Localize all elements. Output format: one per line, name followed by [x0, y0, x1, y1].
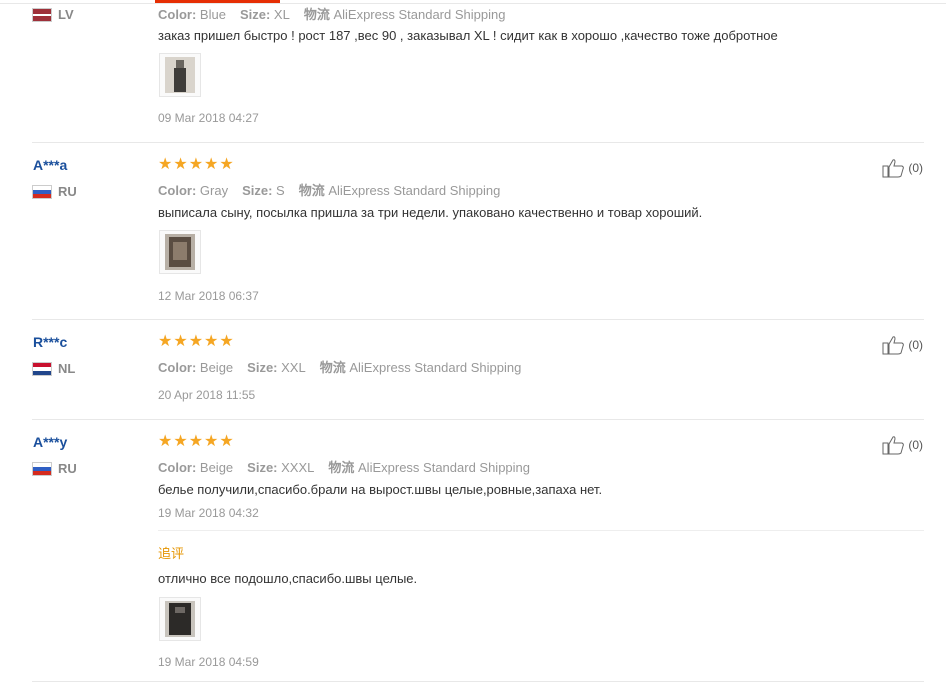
photo-image: [165, 234, 195, 270]
review-date: 09 Mar 2018 04:27: [158, 111, 259, 125]
star-icon: ★: [204, 333, 219, 350]
russia-flag-icon: [33, 462, 51, 475]
russia-flag-icon: [33, 185, 51, 198]
reviewer-name: A***y: [33, 434, 68, 450]
helpful-count: (0): [908, 338, 923, 352]
star-rating: ★ ★ ★ ★ ★: [158, 334, 234, 350]
country-code: RU: [58, 184, 77, 199]
color-value: Beige: [199, 360, 234, 375]
size-label: Size:: [247, 360, 278, 375]
additional-review-label: 追评: [158, 546, 185, 561]
reviewer-country: RU: [33, 184, 77, 199]
star-icon: ★: [219, 156, 234, 173]
helpful-count: (0): [908, 438, 923, 452]
review-divider: [32, 681, 924, 682]
star-icon: ★: [158, 433, 173, 450]
size-value: XL: [273, 7, 290, 22]
review-date: 20 Apr 2018 11:55: [158, 388, 256, 402]
review-text: выписала сыну, посылка пришла за три нед…: [158, 205, 703, 220]
star-icon: ★: [219, 333, 234, 350]
review-text: белье получили,спасибо.брали на вырост.ш…: [158, 482, 603, 497]
helpful-count: (0): [908, 161, 923, 175]
size-value: S: [276, 183, 285, 198]
review-divider: [32, 142, 924, 143]
size-value: XXL: [281, 360, 306, 375]
thumbs-up-icon: [882, 159, 905, 178]
reviewer-country: NL: [33, 361, 75, 376]
review-meta: Color: Beige Size: XXL 物流 AliExpress Stand…: [158, 357, 521, 376]
review-divider: [32, 319, 924, 320]
country-code: NL: [58, 361, 76, 376]
star-icon: ★: [204, 433, 219, 450]
star-icon: ★: [204, 156, 219, 173]
star-icon: ★: [173, 433, 188, 450]
review-photo-thumbnail[interactable]: [159, 230, 201, 274]
shipping-value: AliExpress Standard Shipping: [349, 360, 522, 375]
review-text: заказ пришел быстро ! рост 187 ,вес 90 ,…: [158, 28, 778, 43]
shipping-value: AliExpress Standard Shipping: [333, 7, 506, 22]
color-value: Blue: [199, 7, 226, 22]
color-value: Beige: [199, 460, 234, 475]
review-date: 12 Mar 2018 06:37: [158, 289, 259, 303]
star-icon: ★: [158, 333, 173, 350]
photo-image: [165, 601, 195, 637]
helpful-button[interactable]: (0): [882, 158, 923, 178]
star-rating: ★ ★ ★ ★ ★: [158, 434, 234, 450]
shipping-label: 物流: [298, 183, 325, 198]
country-code: RU: [58, 461, 77, 476]
size-value: XXXL: [281, 460, 315, 475]
size-label: Size:: [242, 183, 273, 198]
netherlands-flag-icon: [33, 362, 51, 375]
color-label: Color:: [158, 360, 197, 375]
star-icon: ★: [158, 156, 173, 173]
color-label: Color:: [158, 460, 197, 475]
shipping-value: AliExpress Standard Shipping: [328, 183, 501, 198]
photo-image: [165, 57, 195, 93]
size-label: Size:: [239, 7, 271, 22]
star-icon: ★: [173, 333, 188, 350]
helpful-button[interactable]: (0): [882, 335, 923, 355]
review-photo-thumbnail[interactable]: [159, 53, 201, 97]
reviewer-name: R***c: [33, 334, 68, 350]
star-icon: ★: [188, 156, 204, 173]
star-icon: ★: [219, 433, 234, 450]
review-meta: Color: Gray Size: S 物流 AliExpress Standard…: [158, 180, 500, 199]
review-photo-thumbnail[interactable]: [159, 597, 201, 641]
thumbs-up-icon: [882, 336, 905, 355]
thumbs-up-icon: [882, 436, 905, 455]
shipping-value: AliExpress Standard Shipping: [358, 460, 531, 475]
color-label: Color:: [158, 183, 197, 198]
star-rating: ★ ★ ★ ★ ★: [158, 157, 234, 173]
additional-review-divider: [158, 530, 924, 531]
additional-review-text: отлично все подошло,спасибо.швы целые.: [158, 571, 418, 586]
shipping-label: 物流: [303, 7, 330, 22]
additional-review-date: 19 Mar 2018 04:59: [158, 655, 259, 669]
review-divider: [32, 419, 924, 420]
latvia-flag-icon: [33, 8, 51, 21]
review-date: 19 Mar 2018 04:32: [158, 506, 259, 520]
shipping-label: 物流: [319, 360, 346, 375]
review-meta: Color: Beige Size: XXXL 物流 AliExpress Stan…: [158, 457, 530, 476]
country-code: LV: [58, 7, 74, 22]
color-label: Color:: [158, 7, 197, 22]
star-icon: ★: [188, 333, 204, 350]
helpful-button[interactable]: (0): [882, 435, 923, 455]
color-value: Gray: [199, 183, 229, 198]
reviewer-country: LV: [33, 7, 74, 22]
star-icon: ★: [173, 156, 188, 173]
star-icon: ★: [188, 433, 204, 450]
review-meta: Color: Blue Size: XL 物流 AliExpress Standar…: [158, 4, 505, 23]
reviewer-country: RU: [33, 461, 77, 476]
size-label: Size:: [247, 460, 278, 475]
shipping-label: 物流: [328, 460, 355, 475]
reviewer-name: A***a: [33, 157, 68, 173]
